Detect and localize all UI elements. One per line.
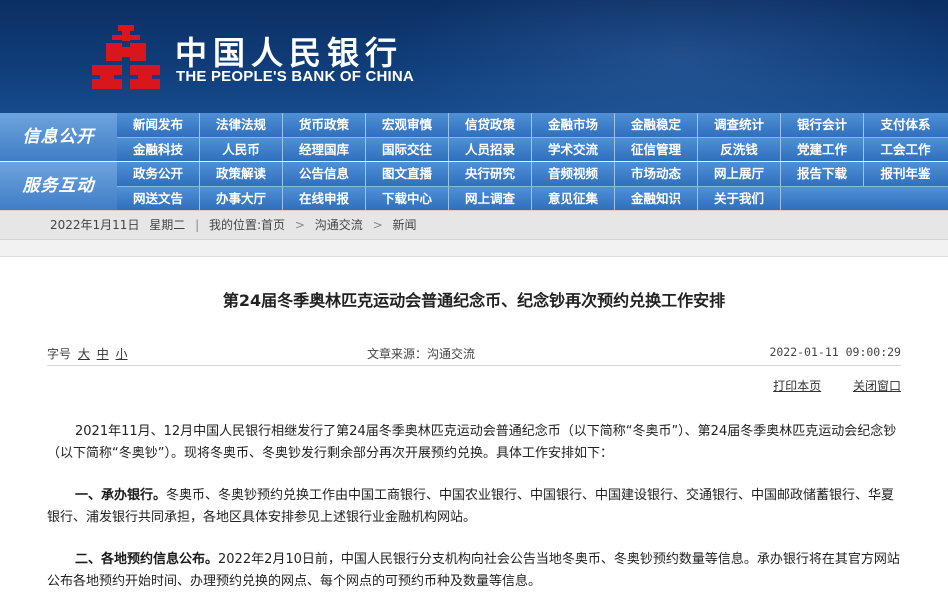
nav-row: 新闻发布 法律法规 货币政策 宏观审慎 信贷政策 金融市场 金融稳定 调查统计 … xyxy=(117,113,948,137)
nav-item[interactable]: 征信管理 xyxy=(615,138,698,162)
breadcrumb-separator: | xyxy=(195,218,200,232)
article-paragraph: 2021年11月、12月中国人民银行相继发行了第24届冬季奥林匹克运动会普通纪念… xyxy=(47,424,897,461)
font-size-large-link[interactable]: 大 xyxy=(78,347,90,361)
nav-item[interactable]: 报刊年鉴 xyxy=(864,162,947,186)
nav-item[interactable]: 网上调查 xyxy=(449,187,532,211)
nav-item[interactable]: 关于我们 xyxy=(698,187,781,211)
nav-item-empty xyxy=(864,187,947,211)
article-datetime: 2022-01-11 09:00:29 xyxy=(769,345,901,359)
nav-item[interactable]: 意见征集 xyxy=(532,187,615,211)
font-size-controls: 字号 大 中 小 xyxy=(47,345,128,362)
font-size-small-link[interactable]: 小 xyxy=(116,347,128,361)
meta-divider xyxy=(47,365,901,366)
article-panel: 第24届冬季奥林匹克运动会普通纪念币、纪念钞再次预约兑换工作安排 字号 大 中 … xyxy=(0,256,948,605)
header-banner: 中国人民银行 THE PEOPLE'S BANK OF CHINA xyxy=(0,0,948,113)
paragraph-heading: 二、各地预约信息公布。 xyxy=(75,552,219,567)
nav-item[interactable]: 音频视频 xyxy=(532,162,615,186)
nav-item[interactable]: 报告下载 xyxy=(781,162,864,186)
article-title: 第24届冬季奥林匹克运动会普通纪念币、纪念钞再次预约兑换工作安排 xyxy=(222,291,726,310)
main-navigation: 信息公开 新闻发布 法律法规 货币政策 宏观审慎 信贷政策 金融市场 金融稳定 … xyxy=(0,113,948,211)
font-size-label: 字号 xyxy=(47,347,72,361)
nav-item[interactable]: 工会工作 xyxy=(864,138,947,162)
nav-item[interactable]: 公告信息 xyxy=(283,162,366,186)
nav-item[interactable]: 政策解读 xyxy=(200,162,283,186)
nav-item[interactable]: 党建工作 xyxy=(781,138,864,162)
pboc-logo-icon[interactable] xyxy=(92,25,160,89)
breadcrumb: 2022年1月11日 星期二 | 我的位置:首页 > 沟通交流 > 新闻 xyxy=(0,210,948,240)
nav-row: 金融科技 人民币 经理国库 国际交往 人员招录 学术交流 征信管理 反洗钱 党建… xyxy=(117,137,948,162)
nav-item[interactable]: 金融知识 xyxy=(615,187,698,211)
nav-group-title-service: 服务互动 xyxy=(0,162,117,210)
nav-item[interactable]: 网送文告 xyxy=(117,187,200,211)
location-label: 我的位置: xyxy=(209,218,262,232)
nav-group-info: 信息公开 新闻发布 法律法规 货币政策 宏观审慎 信贷政策 金融市场 金融稳定 … xyxy=(0,113,948,162)
nav-item[interactable]: 市场动态 xyxy=(615,162,698,186)
nav-item[interactable]: 人民币 xyxy=(200,138,283,162)
nav-item[interactable]: 支付体系 xyxy=(864,113,947,137)
paragraph-body: 冬奥币、冬奥钞预约兑换工作由中国工商银行、中国农业银行、中国银行、中国建设银行、… xyxy=(47,488,895,525)
paragraph-heading: 一、承办银行。 xyxy=(75,488,167,503)
current-date: 2022年1月11日 xyxy=(50,218,140,232)
nav-item[interactable]: 政务公开 xyxy=(117,162,200,186)
nav-item[interactable]: 网上展厅 xyxy=(698,162,781,186)
breadcrumb-home-link[interactable]: 首页 xyxy=(261,211,285,239)
site-title-en: THE PEOPLE'S BANK OF CHINA xyxy=(176,68,414,85)
nav-item[interactable]: 学术交流 xyxy=(532,138,615,162)
nav-item[interactable]: 金融市场 xyxy=(532,113,615,137)
print-page-link[interactable]: 打印本页 xyxy=(773,379,821,393)
nav-item[interactable]: 办事大厅 xyxy=(200,187,283,211)
nav-item[interactable]: 国际交往 xyxy=(366,138,449,162)
nav-item[interactable]: 新闻发布 xyxy=(117,113,200,137)
nav-row: 政务公开 政策解读 公告信息 图文直播 央行研究 音频视频 市场动态 网上展厅 … xyxy=(117,162,948,186)
nav-item[interactable]: 信贷政策 xyxy=(449,113,532,137)
nav-group-service: 服务互动 政务公开 政策解读 公告信息 图文直播 央行研究 音频视频 市场动态 … xyxy=(0,162,948,211)
nav-item[interactable]: 人员招录 xyxy=(449,138,532,162)
nav-item[interactable]: 下载中心 xyxy=(366,187,449,211)
nav-item[interactable]: 宏观审慎 xyxy=(366,113,449,137)
current-weekday: 星期二 xyxy=(149,218,186,232)
nav-item[interactable]: 金融稳定 xyxy=(615,113,698,137)
breadcrumb-section-link[interactable]: 沟通交流 xyxy=(315,211,363,239)
article-paragraph: 二、各地预约信息公布。2022年2月10日前，中国人民银行分支机构向社会公告当地… xyxy=(47,549,901,593)
nav-item[interactable]: 法律法规 xyxy=(200,113,283,137)
nav-item[interactable]: 反洗钱 xyxy=(698,138,781,162)
article-source: 文章来源：沟通交流 xyxy=(367,347,476,361)
nav-item[interactable]: 银行会计 xyxy=(781,113,864,137)
breadcrumb-arrow-icon: > xyxy=(372,218,383,232)
nav-item[interactable]: 金融科技 xyxy=(117,138,200,162)
breadcrumb-page-link[interactable]: 新闻 xyxy=(393,211,417,239)
breadcrumb-arrow-icon: > xyxy=(294,218,305,232)
nav-item-empty xyxy=(781,187,864,211)
nav-item[interactable]: 图文直播 xyxy=(366,162,449,186)
article-meta: 字号 大 中 小 文章来源：沟通交流 2022-01-11 09:00:29 xyxy=(47,345,901,365)
article-paragraph: 一、承办银行。冬奥币、冬奥钞预约兑换工作由中国工商银行、中国农业银行、中国银行、… xyxy=(47,485,901,529)
nav-item[interactable]: 央行研究 xyxy=(449,162,532,186)
nav-item[interactable]: 经理国库 xyxy=(283,138,366,162)
close-window-link[interactable]: 关闭窗口 xyxy=(853,379,901,393)
nav-group-title-info: 信息公开 xyxy=(0,113,117,161)
nav-item[interactable]: 在线申报 xyxy=(283,187,366,211)
article-tools: 打印本页 关闭窗口 xyxy=(745,377,901,394)
banner-glow xyxy=(380,0,948,113)
font-size-medium-link[interactable]: 中 xyxy=(97,347,109,361)
nav-item[interactable]: 货币政策 xyxy=(283,113,366,137)
nav-item[interactable]: 调查统计 xyxy=(698,113,781,137)
nav-row: 网送文告 办事大厅 在线申报 下载中心 网上调查 意见征集 金融知识 关于我们 xyxy=(117,186,948,211)
